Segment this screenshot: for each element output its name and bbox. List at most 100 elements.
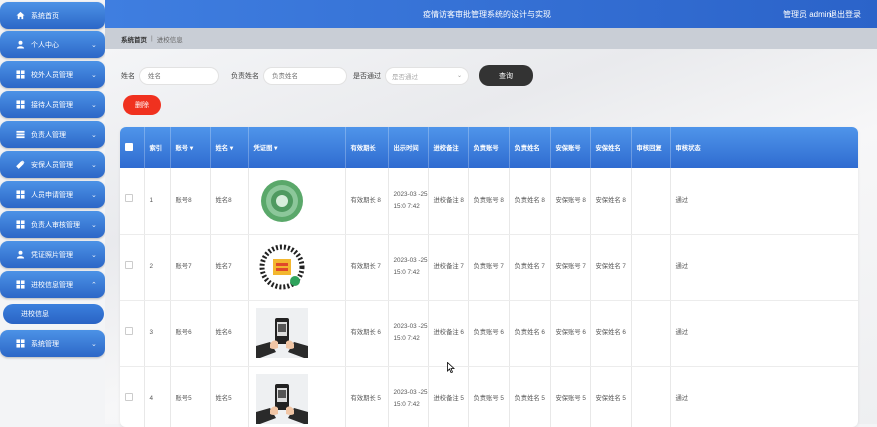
sidebar-subitem-label: 进校信息 bbox=[21, 311, 49, 318]
sidebar-item-label: 系统管理 bbox=[31, 340, 59, 348]
sidebar-item-label: 凭证照片管理 bbox=[31, 251, 73, 259]
cell-account: 账号7 bbox=[170, 234, 211, 301]
table-header-row: 索引 账号 ▾ 姓名 ▾ 凭证图 ▾ 有效期长 出示时间 进校备注 负责账号 负… bbox=[120, 127, 858, 168]
row-select-cell bbox=[120, 168, 145, 235]
cell-status: 通过 bbox=[670, 300, 858, 367]
cell-security-account: 安保账号 7 bbox=[550, 234, 591, 301]
pass-select[interactable]: 是否通过 ⌄ bbox=[385, 67, 469, 85]
breadcrumb: 系统首页 | 进校信息 bbox=[105, 28, 877, 49]
cell-image bbox=[248, 366, 346, 427]
phone-scan-image[interactable] bbox=[255, 308, 308, 358]
chevron-down-icon: ⌄ bbox=[91, 71, 97, 79]
query-button[interactable]: 查询 bbox=[479, 65, 533, 86]
sort-icon: ▾ bbox=[274, 145, 278, 152]
cell-valid: 有效期长 8 bbox=[345, 168, 389, 235]
cell-manager-name: 负责姓名 6 bbox=[509, 300, 551, 367]
cell-time: 2023-03 -25 15:0 7:42 bbox=[388, 234, 429, 301]
cell-remark: 进校备注 8 bbox=[428, 168, 469, 235]
sidebar-item-label: 负责人管理 bbox=[31, 131, 66, 139]
sidebar-item-manager-review[interactable]: 负责人审核管理 ⌄ bbox=[0, 211, 105, 238]
cell-remark: 进校备注 5 bbox=[428, 366, 469, 427]
cell-time: 2023-03 -25 15:0 7:42 bbox=[388, 366, 429, 427]
sort-icon: ▾ bbox=[189, 145, 194, 152]
chevron-down-icon: ⌄ bbox=[91, 41, 97, 49]
search-manager-group: 负责姓名 bbox=[231, 66, 347, 86]
column-header: 索引 bbox=[144, 127, 171, 168]
sidebar-subitem-entry-info[interactable]: 进校信息 bbox=[3, 304, 104, 324]
row-checkbox[interactable] bbox=[125, 392, 133, 401]
sidebar-item-label: 接待人员管理 bbox=[31, 101, 73, 109]
breadcrumb-current: 进校信息 bbox=[156, 36, 183, 44]
sidebar-item-photos[interactable]: 凭证照片管理 ⌄ bbox=[0, 241, 105, 268]
row-checkbox[interactable] bbox=[125, 194, 133, 203]
sidebar-item-entry-info[interactable]: 进校信息管理 ⌃ bbox=[0, 271, 105, 298]
sidebar-item-home[interactable]: 系统首页 bbox=[0, 2, 105, 29]
column-header-image[interactable]: 凭证图 ▾ bbox=[248, 127, 346, 168]
column-header-account[interactable]: 账号 ▾ bbox=[170, 127, 211, 168]
list-icon bbox=[16, 130, 25, 139]
sidebar-item-system[interactable]: 系统管理 ⌄ bbox=[0, 330, 105, 357]
sort-icon: ▾ bbox=[229, 145, 234, 152]
grid-icon bbox=[16, 220, 25, 229]
chevron-down-icon: ⌄ bbox=[91, 191, 97, 199]
table-row: 4 账号5 姓名5 有效期长 5 2023-03 -25 15:0 7:42 进… bbox=[120, 366, 858, 427]
column-header-label: 凭证图 bbox=[253, 145, 273, 152]
chevron-down-icon: ⌄ bbox=[91, 251, 97, 259]
name-search-input[interactable] bbox=[139, 67, 219, 85]
manager-label: 负责姓名 bbox=[231, 73, 259, 80]
row-select-cell bbox=[120, 300, 145, 367]
top-header: 疫情访客审批管理系统的设计与实现 管理员 admin 退出登录 bbox=[105, 0, 877, 28]
cell-name: 姓名7 bbox=[210, 234, 249, 301]
breadcrumb-separator: | bbox=[151, 35, 153, 42]
cell-manager-account: 负责账号 6 bbox=[468, 300, 510, 367]
name-label: 姓名 bbox=[121, 73, 135, 80]
cell-index: 3 bbox=[144, 300, 171, 367]
phone-scan-image[interactable] bbox=[255, 374, 308, 424]
shield-icon bbox=[16, 160, 25, 169]
user-label: 管理员 admin bbox=[782, 10, 831, 19]
cell-name: 姓名6 bbox=[210, 300, 249, 367]
cell-reply bbox=[631, 234, 671, 301]
sidebar-item-applications[interactable]: 人员申请管理 ⌄ bbox=[0, 181, 105, 208]
sidebar-item-visitors[interactable]: 校外人员管理 ⌄ bbox=[0, 61, 105, 88]
cell-manager-account: 负责账号 7 bbox=[468, 234, 510, 301]
row-checkbox[interactable] bbox=[125, 326, 133, 335]
chevron-down-icon: ⌄ bbox=[91, 221, 97, 229]
row-select-cell bbox=[120, 366, 145, 427]
logout-link[interactable]: 退出登录 bbox=[829, 9, 861, 20]
breadcrumb-home[interactable]: 系统首页 bbox=[121, 34, 147, 44]
cell-security-name: 安保姓名 6 bbox=[590, 300, 632, 367]
grid-icon bbox=[16, 339, 25, 348]
pass-label: 是否通过 bbox=[353, 73, 381, 80]
column-header: 进校备注 bbox=[428, 127, 469, 168]
cell-security-account: 安保账号 6 bbox=[550, 300, 591, 367]
column-header: 负责姓名 bbox=[509, 127, 551, 168]
chevron-up-icon: ⌃ bbox=[91, 281, 97, 289]
grid-icon bbox=[16, 280, 25, 289]
sidebar-item-managers[interactable]: 负责人管理 ⌄ bbox=[0, 121, 105, 148]
app-title: 疫情访客审批管理系统的设计与实现 bbox=[423, 10, 551, 19]
sidebar: 系统首页 个人中心 ⌄ 校外人员管理 ⌄ 接待人员管理 ⌄ 负责人管理 ⌄ 安保… bbox=[0, 0, 105, 424]
cell-time: 2023-03 -25 15:0 7:42 bbox=[388, 168, 429, 235]
green-seal-image[interactable] bbox=[255, 175, 308, 226]
cell-manager-account: 负责账号 8 bbox=[468, 168, 510, 235]
batch-delete-button[interactable]: 删除 bbox=[123, 95, 161, 115]
qr-code-image[interactable] bbox=[255, 242, 308, 292]
column-header: 安保账号 bbox=[550, 127, 591, 168]
sidebar-item-receptionists[interactable]: 接待人员管理 ⌄ bbox=[0, 91, 105, 118]
sidebar-item-security[interactable]: 安保人员管理 ⌄ bbox=[0, 151, 105, 178]
sidebar-item-profile[interactable]: 个人中心 ⌄ bbox=[0, 31, 105, 58]
manager-search-input[interactable] bbox=[263, 67, 347, 85]
cell-manager-name: 负责姓名 5 bbox=[509, 366, 551, 427]
data-table: 索引 账号 ▾ 姓名 ▾ 凭证图 ▾ 有效期长 出示时间 进校备注 负责账号 负… bbox=[120, 127, 858, 427]
row-checkbox[interactable] bbox=[125, 260, 133, 269]
column-header-name[interactable]: 姓名 ▾ bbox=[210, 127, 249, 168]
table-row: 3 账号6 姓名6 有效期长 6 2023-03 -25 15:0 7:42 进… bbox=[120, 300, 858, 367]
select-all-checkbox[interactable] bbox=[125, 142, 133, 151]
pass-select-placeholder: 是否通过 bbox=[392, 74, 418, 81]
cell-reply bbox=[631, 300, 671, 367]
cell-security-account: 安保账号 8 bbox=[550, 168, 591, 235]
column-header: 安保姓名 bbox=[590, 127, 632, 168]
cell-name: 姓名5 bbox=[210, 366, 249, 427]
chevron-down-icon: ⌄ bbox=[456, 73, 462, 79]
